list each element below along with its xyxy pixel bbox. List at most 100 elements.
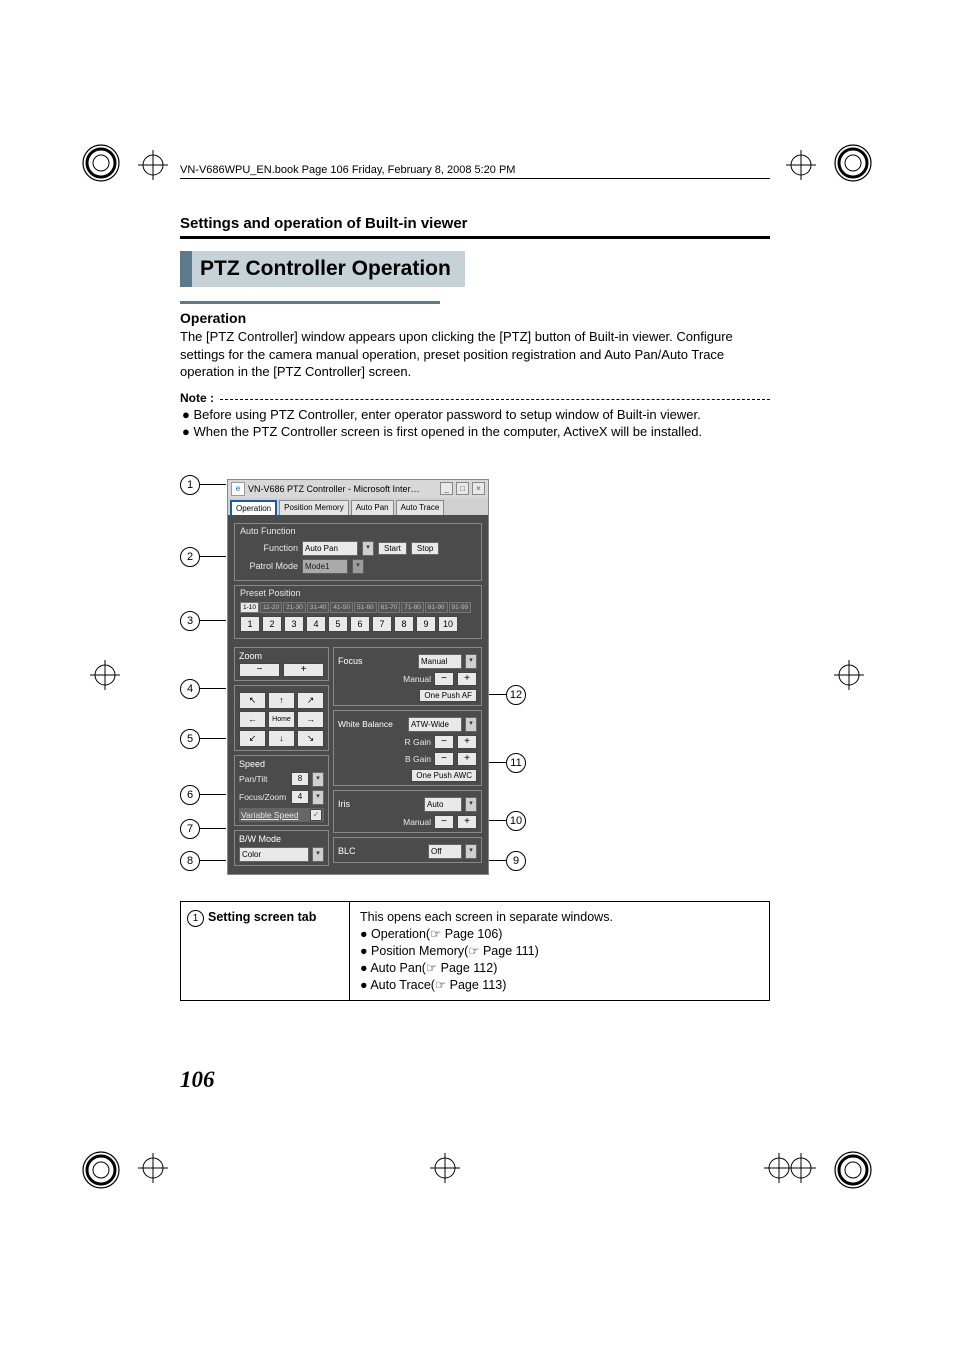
row-number-icon: 1 xyxy=(187,910,204,927)
callout-8: 8 xyxy=(180,851,200,871)
select-patrol-mode[interactable]: Mode1 xyxy=(302,559,348,574)
arrow-left-icon[interactable]: ← xyxy=(239,711,266,728)
title-accent xyxy=(180,251,192,287)
label-speed: Speed xyxy=(239,759,324,769)
select-iris[interactable]: Auto xyxy=(424,797,462,812)
preset-button[interactable]: 7 xyxy=(372,616,392,632)
arrow-down-icon[interactable]: ↓ xyxy=(268,730,295,747)
row-item: Auto Trace(☞ Page 113) xyxy=(370,978,506,992)
preset-range[interactable]: 81-90 xyxy=(425,602,448,613)
preset-button[interactable]: 1 xyxy=(240,616,260,632)
note-list: ● Before using PTZ Controller, enter ope… xyxy=(180,407,770,439)
preset-button[interactable]: 6 xyxy=(350,616,370,632)
preset-button[interactable]: 3 xyxy=(284,616,304,632)
maximize-icon[interactable]: □ xyxy=(456,482,469,495)
group-focus: Focus Manual ▾ Manual − + xyxy=(333,647,482,706)
focus-far-button[interactable]: + xyxy=(457,672,477,686)
arrow-up-left-icon[interactable]: ↖ xyxy=(239,692,266,709)
iris-close-button[interactable]: − xyxy=(434,815,454,829)
group-speed: Speed Pan/Tilt 8 ▾ Focus/Zoom 4 ▾ xyxy=(234,755,329,826)
select-white-balance[interactable]: ATW-Wide xyxy=(408,717,462,732)
start-button[interactable]: Start xyxy=(378,542,407,555)
zoom-in-button[interactable]: + xyxy=(283,663,324,677)
arrow-up-icon[interactable]: ↑ xyxy=(268,692,295,709)
group-iris: Iris Auto ▾ Manual − + xyxy=(333,790,482,833)
chevron-down-icon[interactable]: ▾ xyxy=(312,847,324,862)
preset-button[interactable]: 8 xyxy=(394,616,414,632)
select-focus[interactable]: Manual xyxy=(418,654,462,669)
zoom-out-button[interactable]: − xyxy=(239,663,280,677)
preset-button[interactable]: 4 xyxy=(306,616,326,632)
chevron-down-icon[interactable]: ▾ xyxy=(465,844,477,859)
preset-button[interactable]: 10 xyxy=(438,616,458,632)
preset-range[interactable]: 31-40 xyxy=(307,602,330,613)
select-pan-tilt-speed[interactable]: 8 xyxy=(291,772,309,786)
tab-auto-pan[interactable]: Auto Pan xyxy=(351,500,394,515)
select-focus-zoom-speed[interactable]: 4 xyxy=(291,790,309,804)
label-pan-tilt-speed: Pan/Tilt xyxy=(239,774,288,784)
arrow-right-icon[interactable]: → xyxy=(297,711,324,728)
preset-range[interactable]: 21-30 xyxy=(283,602,306,613)
group-pan-tilt: ↖ ↑ ↗ ← Home → ↙ ↓ ↘ xyxy=(234,685,329,751)
crosshair-icon xyxy=(834,660,864,690)
callout-1: 1 xyxy=(180,475,200,495)
running-header: VN-V686WPU_EN.book Page 106 Friday, Febr… xyxy=(180,164,770,179)
chevron-down-icon[interactable]: ▾ xyxy=(352,559,364,574)
preset-range[interactable]: 11-20 xyxy=(260,602,282,613)
label-variable-speed: Variable Speed xyxy=(241,810,307,820)
r-gain-up-button[interactable]: + xyxy=(457,735,477,749)
one-push-awc-button[interactable]: One Push AWC xyxy=(411,769,477,782)
label-patrol-mode: Patrol Mode xyxy=(240,561,298,571)
preset-range[interactable]: 71-80 xyxy=(401,602,424,613)
chevron-down-icon[interactable]: ▾ xyxy=(465,797,477,812)
crosshair-icon xyxy=(786,150,816,180)
home-button[interactable]: Home xyxy=(268,711,295,728)
chevron-down-icon[interactable]: ▾ xyxy=(312,772,324,787)
arrow-down-right-icon[interactable]: ↘ xyxy=(297,730,324,747)
ie-icon: e xyxy=(231,482,245,496)
arrow-up-right-icon[interactable]: ↗ xyxy=(297,692,324,709)
chevron-down-icon[interactable]: ▾ xyxy=(465,654,477,669)
row-label: Setting screen tab xyxy=(208,910,316,924)
preset-range[interactable]: 51-60 xyxy=(354,602,377,613)
preset-range[interactable]: 91-99 xyxy=(449,602,472,613)
select-blc[interactable]: Off xyxy=(428,844,462,859)
preset-range[interactable]: 41-50 xyxy=(330,602,353,613)
note-dash-line xyxy=(220,399,770,400)
preset-button[interactable]: 5 xyxy=(328,616,348,632)
r-gain-down-button[interactable]: − xyxy=(434,735,454,749)
one-push-af-button[interactable]: One Push AF xyxy=(419,689,477,702)
b-gain-down-button[interactable]: − xyxy=(434,752,454,766)
window-titlebar[interactable]: e VN-V686 PTZ Controller - Microsoft Int… xyxy=(228,480,488,498)
group-preset-position: Preset Position 1-10 11-20 21-30 31-40 4… xyxy=(234,585,482,639)
stop-button[interactable]: Stop xyxy=(411,542,439,555)
callout-11: 11 xyxy=(506,753,526,773)
checkbox-variable-speed[interactable]: ✓ xyxy=(310,809,322,821)
callout-12: 12 xyxy=(506,685,526,705)
close-icon[interactable]: × xyxy=(472,482,485,495)
preset-button[interactable]: 9 xyxy=(416,616,436,632)
section-heading: Settings and operation of Built-in viewe… xyxy=(180,215,770,232)
chevron-down-icon[interactable]: ▾ xyxy=(465,717,477,732)
preset-range[interactable]: 61-70 xyxy=(378,602,401,613)
focus-near-button[interactable]: − xyxy=(434,672,454,686)
tab-bar: Operation Position Memory Auto Pan Auto … xyxy=(228,498,488,515)
regmark-icon xyxy=(832,142,874,184)
tab-operation[interactable]: Operation xyxy=(230,500,277,515)
label-iris-manual: Manual xyxy=(338,817,431,827)
select-bw-mode[interactable]: Color xyxy=(239,847,309,862)
minimize-icon[interactable]: _ xyxy=(440,482,453,495)
note-item: Before using PTZ Controller, enter opera… xyxy=(193,407,700,422)
iris-open-button[interactable]: + xyxy=(457,815,477,829)
b-gain-up-button[interactable]: + xyxy=(457,752,477,766)
callout-6: 6 xyxy=(180,785,200,805)
arrow-down-left-icon[interactable]: ↙ xyxy=(239,730,266,747)
tab-position-memory[interactable]: Position Memory xyxy=(279,500,349,515)
chevron-down-icon[interactable]: ▾ xyxy=(312,790,324,805)
preset-button[interactable]: 2 xyxy=(262,616,282,632)
tab-auto-trace[interactable]: Auto Trace xyxy=(396,500,445,515)
row-item: Position Memory(☞ Page 111) xyxy=(371,944,539,958)
chevron-down-icon[interactable]: ▾ xyxy=(362,541,374,556)
select-function[interactable]: Auto Pan xyxy=(302,541,358,556)
preset-range[interactable]: 1-10 xyxy=(240,602,259,613)
